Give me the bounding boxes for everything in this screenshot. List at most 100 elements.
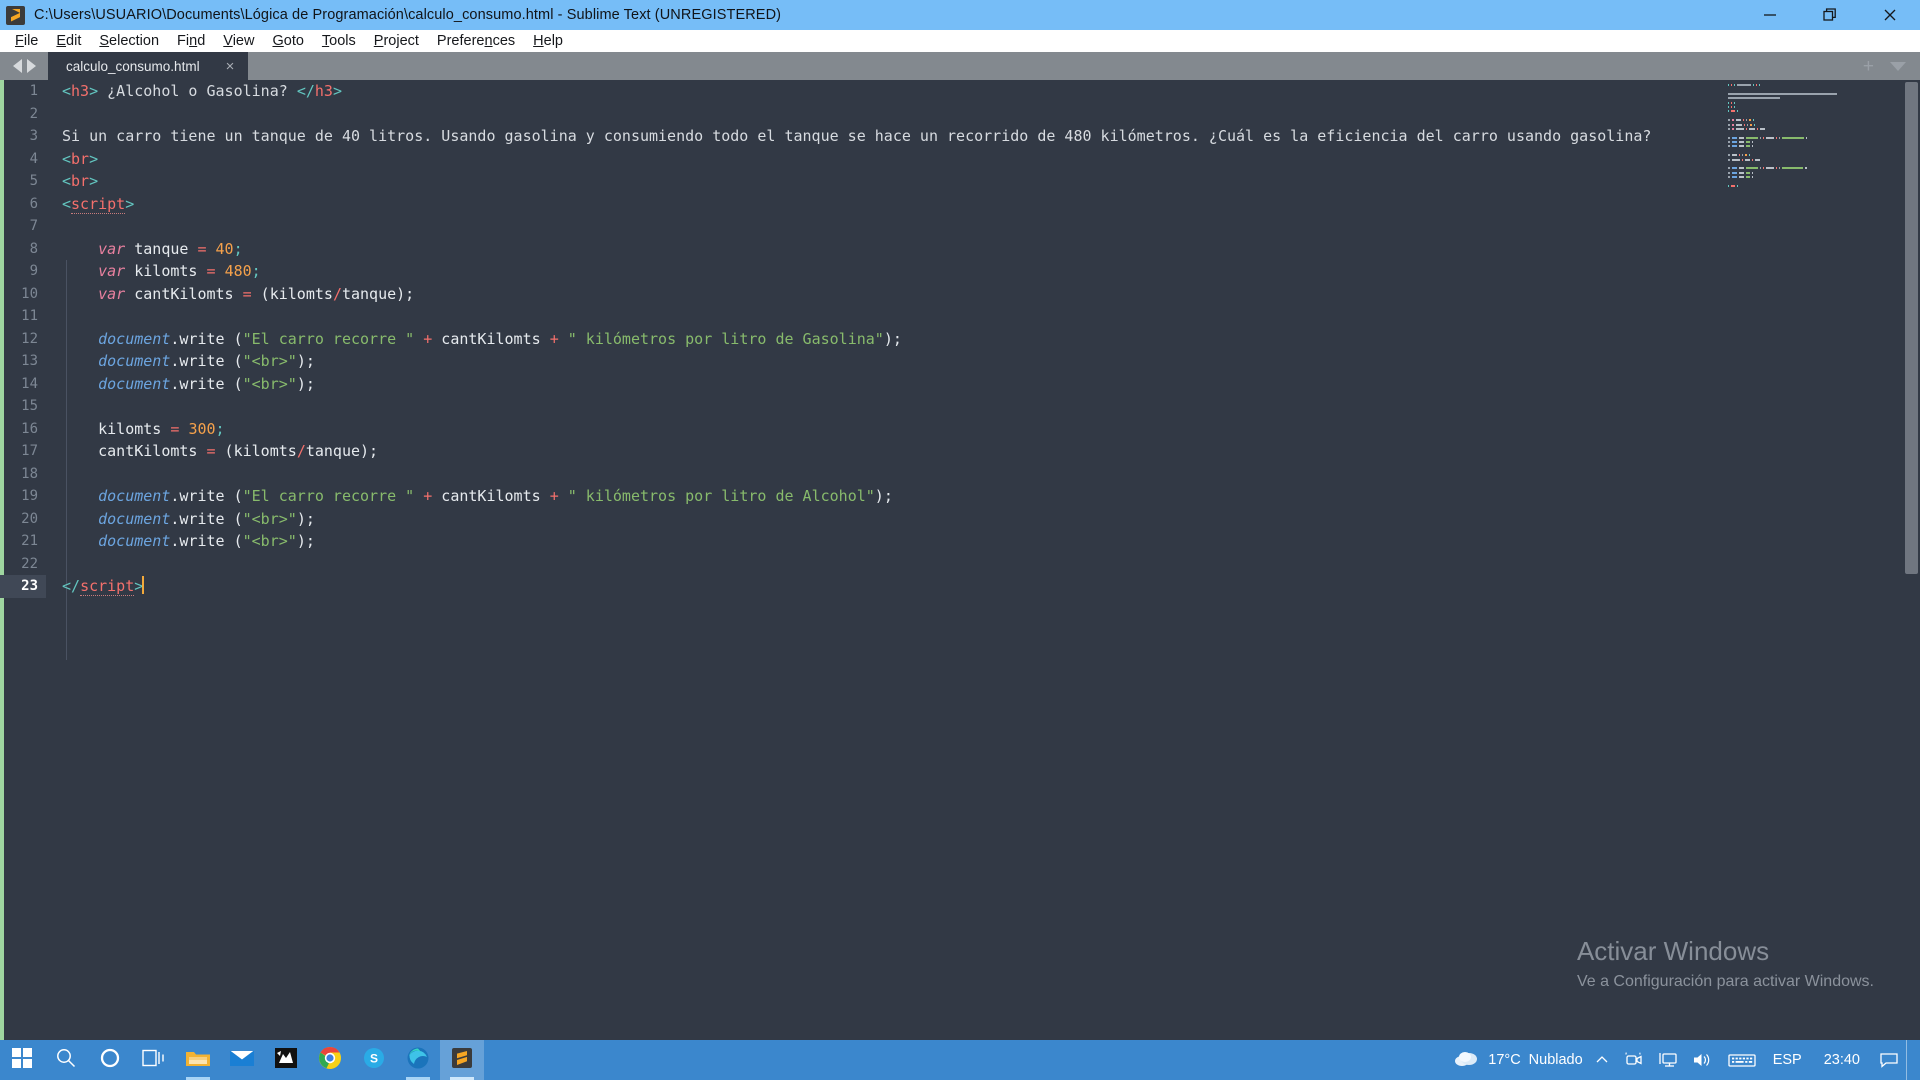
chevron-down-icon[interactable] (1890, 61, 1906, 71)
code-lines[interactable]: 1 <h3> ¿Alcohol o Gasolina? </h3> 2 3 Si un… (0, 80, 1700, 1040)
code-text[interactable]: var cantKilomts = (kilomts/tanque); (46, 283, 1700, 306)
cortana-button[interactable] (88, 1040, 132, 1080)
editor-scrollbar[interactable] (1905, 82, 1918, 574)
menu-find[interactable]: Find (168, 30, 214, 52)
google-chrome[interactable] (308, 1040, 352, 1080)
menu-goto[interactable]: Goto (263, 30, 312, 52)
system-tray: 17°C Nublado ESP 23:40 (1444, 1040, 1920, 1080)
unknown-app[interactable] (264, 1040, 308, 1080)
code-line-2[interactable]: 2 (0, 103, 1700, 126)
code-text[interactable]: document.write ("El carro recorre " + ca… (46, 328, 1700, 351)
code-text[interactable]: <br> (46, 148, 1700, 171)
arrow-right-icon[interactable] (26, 59, 36, 73)
camera-icon[interactable] (1617, 1040, 1651, 1080)
code-line-19[interactable]: 19 document.write ("El carro recorre " +… (0, 485, 1700, 508)
code-text[interactable] (46, 463, 1700, 486)
tab-bar: calculo_consumo.html × + (0, 52, 1920, 80)
line-number: 10 (21, 285, 38, 302)
tab-navigation[interactable] (0, 52, 48, 80)
line-number: 7 (29, 218, 38, 234)
folder-icon (185, 1047, 211, 1074)
menu-selection[interactable]: Selection (90, 30, 168, 52)
code-line-20[interactable]: 20 document.write ("<br>"); (0, 508, 1700, 531)
code-text[interactable]: document.write ("<br>"); (46, 350, 1700, 373)
code-text[interactable] (46, 553, 1700, 576)
code-text[interactable]: document.write ("<br>"); (46, 530, 1700, 553)
code-line-7[interactable]: 7 (0, 215, 1700, 238)
code-line-21[interactable]: 21 document.write ("<br>"); (0, 530, 1700, 553)
start-button[interactable] (0, 1040, 44, 1080)
file-explorer[interactable] (176, 1040, 220, 1080)
code-line-10[interactable]: 10 var cantKilomts = (kilomts/tanque); (0, 283, 1700, 306)
volume-icon[interactable] (1685, 1040, 1721, 1080)
task-view-button[interactable] (132, 1040, 176, 1080)
line-number: 15 (21, 398, 38, 414)
menu-view[interactable]: View (214, 30, 263, 52)
code-line-11[interactable]: 11 (0, 305, 1700, 328)
skype[interactable]: S (352, 1040, 396, 1080)
code-text[interactable]: cantKilomts = (kilomts/tanque); (46, 440, 1700, 463)
menu-file[interactable]: File (6, 30, 47, 52)
new-tab-button[interactable]: + (1863, 57, 1874, 76)
line-number: 20 (21, 510, 38, 527)
chevron-up-icon[interactable] (1587, 1040, 1617, 1080)
code-text[interactable]: <script> (46, 193, 1700, 216)
clock[interactable]: 23:40 (1812, 1040, 1872, 1080)
code-text[interactable]: kilomts = 300; (46, 418, 1700, 441)
code-line-6[interactable]: 6 <script> (0, 193, 1700, 216)
code-line-14[interactable]: 14 document.write ("<br>"); (0, 373, 1700, 396)
language-indicator[interactable]: ESP (1763, 1040, 1812, 1080)
code-text[interactable]: </script> (46, 575, 1700, 598)
code-text[interactable] (46, 395, 1700, 418)
close-button[interactable] (1860, 0, 1920, 30)
menu-preferences[interactable]: Preferences (428, 30, 524, 52)
code-line-22[interactable]: 22 (0, 553, 1700, 576)
code-text[interactable]: var tanque = 40; (46, 238, 1700, 261)
menu-help[interactable]: Help (524, 30, 572, 52)
code-text[interactable] (46, 215, 1700, 238)
show-desktop-button[interactable] (1906, 1040, 1914, 1080)
code-line-5[interactable]: 5 <br> (0, 170, 1700, 193)
code-line-17[interactable]: 17 cantKilomts = (kilomts/tanque); (0, 440, 1700, 463)
close-icon[interactable]: × (226, 59, 235, 74)
minimize-button[interactable] (1740, 0, 1800, 30)
restore-button[interactable] (1800, 0, 1860, 30)
code-line-8[interactable]: 8 var tanque = 40; (0, 238, 1700, 261)
code-text[interactable]: document.write ("<br>"); (46, 373, 1700, 396)
code-text[interactable]: document.write ("<br>"); (46, 508, 1700, 531)
sublime-text[interactable] (440, 1040, 484, 1080)
arrow-left-icon[interactable] (12, 59, 22, 73)
mail-app[interactable] (220, 1040, 264, 1080)
microsoft-edge[interactable] (396, 1040, 440, 1080)
search-button[interactable] (44, 1040, 88, 1080)
code-line-18[interactable]: 18 (0, 463, 1700, 486)
code-text[interactable]: var kilomts = 480; (46, 260, 1700, 283)
code-line-12[interactable]: 12 document.write ("El carro recorre " +… (0, 328, 1700, 351)
code-line-13[interactable]: 13 document.write ("<br>"); (0, 350, 1700, 373)
menu-project[interactable]: Project (365, 30, 428, 52)
network-icon[interactable] (1651, 1040, 1685, 1080)
editor-minimap[interactable] (1728, 84, 1900, 1040)
code-line-3[interactable]: 3 Si un carro tiene un tanque de 40 litro… (0, 125, 1700, 148)
code-line-9[interactable]: 9 var kilomts = 480; (0, 260, 1700, 283)
code-text[interactable]: <br> (46, 170, 1700, 193)
minimap-line (1728, 92, 1900, 95)
code-line-15[interactable]: 15 (0, 395, 1700, 418)
code-text[interactable]: document.write ("El carro recorre " + ca… (46, 485, 1700, 508)
tab-calculo-consumo[interactable]: calculo_consumo.html × (48, 52, 249, 80)
code-text[interactable]: <h3> ¿Alcohol o Gasolina? </h3> (46, 80, 1700, 103)
minimap-line (1728, 115, 1900, 117)
code-line-4[interactable]: 4 <br> (0, 148, 1700, 171)
code-line-16[interactable]: 16 kilomts = 300; (0, 418, 1700, 441)
code-line-23[interactable]: 23 </script> (0, 575, 1700, 598)
code-editor[interactable]: 1 <h3> ¿Alcohol o Gasolina? </h3> 2 3 Si un… (0, 80, 1920, 1040)
code-text[interactable]: Si un carro tiene un tanque de 40 litros… (46, 125, 1700, 148)
code-text[interactable] (46, 305, 1700, 328)
menu-edit[interactable]: Edit (47, 30, 90, 52)
code-line-1[interactable]: 1 <h3> ¿Alcohol o Gasolina? </h3> (0, 80, 1700, 103)
code-text[interactable] (46, 103, 1700, 126)
weather-widget[interactable]: 17°C Nublado (1444, 1040, 1586, 1080)
menu-tools[interactable]: Tools (313, 30, 365, 52)
action-center-button[interactable] (1872, 1040, 1906, 1080)
keyboard-icon[interactable] (1721, 1040, 1763, 1080)
